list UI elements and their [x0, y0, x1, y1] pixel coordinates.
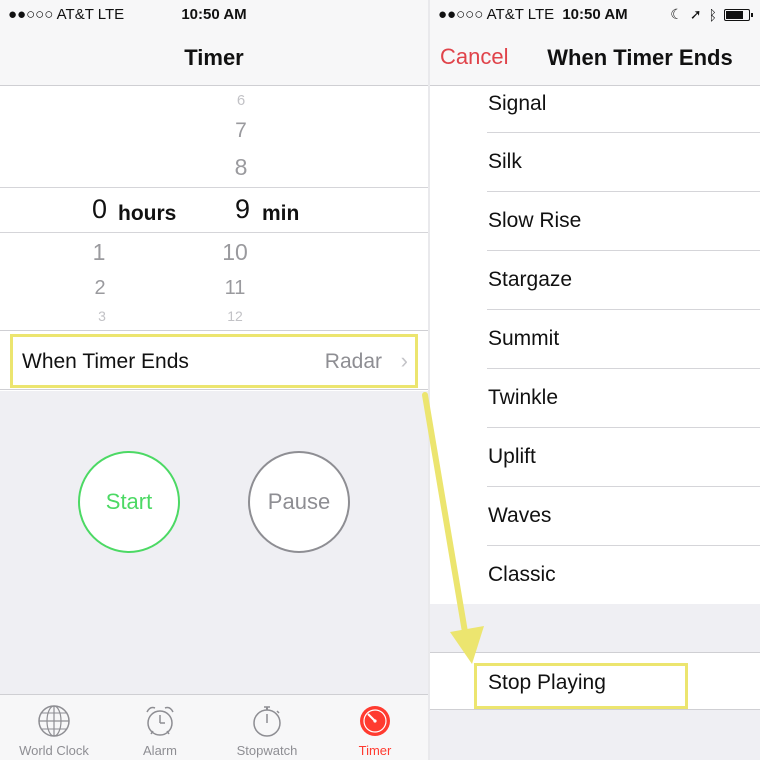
- duration-picker[interactable]: 6 7 8 0 hours 9 min 1 2 3 10 11 12: [0, 86, 428, 330]
- pause-button[interactable]: Pause: [248, 451, 350, 553]
- picker-minute-option[interactable]: 10: [215, 239, 255, 266]
- list-item[interactable]: Waves: [487, 487, 760, 546]
- tab-bar: World Clock Alarm Stopwatch Timer: [0, 694, 428, 760]
- picker-minute-option[interactable]: 6: [221, 92, 261, 109]
- bluetooth-icon: ᛒ: [708, 6, 718, 23]
- picker-minute-option[interactable]: 12: [215, 308, 255, 324]
- nav-bar: Timer: [0, 30, 428, 86]
- picker-hours-value[interactable]: 0: [92, 194, 107, 225]
- start-button[interactable]: Start: [78, 451, 180, 553]
- status-icons: ☾ ➚ ᛒ: [670, 6, 753, 23]
- sound-list: Signal Silk Slow Rise Stargaze Summit Tw…: [430, 87, 760, 605]
- highlight-box: [10, 334, 418, 388]
- picker-minute-option[interactable]: 8: [221, 154, 261, 181]
- picker-hour-option[interactable]: 1: [79, 239, 119, 266]
- picker-hour-option[interactable]: 3: [82, 308, 122, 324]
- picker-minute-option[interactable]: 11: [215, 277, 255, 300]
- list-item[interactable]: Signal: [487, 87, 760, 133]
- list-item[interactable]: Summit: [487, 310, 760, 369]
- list-item[interactable]: Uplift: [487, 428, 760, 487]
- list-item[interactable]: Stargaze: [487, 251, 760, 310]
- list-item[interactable]: Slow Rise: [487, 192, 760, 251]
- timer-icon: [360, 706, 390, 736]
- globe-icon: [38, 705, 70, 737]
- tab-alarm[interactable]: Alarm: [110, 703, 210, 758]
- list-item[interactable]: Twinkle: [487, 369, 760, 428]
- highlight-box: [474, 663, 688, 709]
- bottom-fill: [430, 710, 760, 760]
- tab-label: World Clock: [19, 743, 89, 758]
- picker-selection-band: [0, 187, 428, 233]
- tab-label: Alarm: [143, 743, 177, 758]
- nav-bar: Cancel When Timer Ends: [430, 30, 760, 86]
- list-item[interactable]: Classic: [487, 546, 760, 605]
- tab-stopwatch[interactable]: Stopwatch: [217, 703, 317, 758]
- status-bar: ●●○○○ AT&T LTE 10:50 AM: [0, 0, 428, 30]
- location-arrow-icon: ➚: [689, 6, 703, 22]
- timer-screen: ●●○○○ AT&T LTE 10:50 AM Timer 6 7 8 0 ho…: [0, 0, 428, 760]
- when-timer-ends-screen: ●●○○○ AT&T LTE 10:50 AM ☾ ➚ ᛒ Cancel Whe…: [430, 0, 760, 760]
- clock-time: 10:50 AM: [181, 6, 247, 23]
- picker-hour-option[interactable]: 2: [80, 277, 120, 300]
- alarm-clock-icon: [146, 706, 174, 736]
- status-bar: ●●○○○ AT&T LTE 10:50 AM ☾ ➚ ᛒ: [430, 0, 760, 30]
- tab-timer[interactable]: Timer: [325, 703, 425, 758]
- cancel-button[interactable]: Cancel: [440, 44, 508, 70]
- tab-label: Timer: [358, 743, 392, 758]
- page-title: Timer: [184, 45, 244, 70]
- tab-world-clock[interactable]: World Clock: [4, 703, 104, 758]
- timer-controls: Start Pause: [0, 391, 428, 694]
- page-title: When Timer Ends: [547, 45, 733, 70]
- picker-minutes-label: min: [262, 202, 300, 225]
- picker-hours-label: hours: [118, 202, 177, 225]
- picker-minute-option[interactable]: 7: [221, 119, 261, 143]
- list-item[interactable]: Silk: [487, 133, 760, 192]
- section-gap: [430, 604, 760, 652]
- picker-minutes-value[interactable]: 9: [235, 194, 250, 225]
- battery-icon: [724, 8, 753, 21]
- stopwatch-icon: [253, 706, 281, 737]
- tab-label: Stopwatch: [236, 743, 298, 758]
- moon-icon: ☾: [670, 6, 684, 22]
